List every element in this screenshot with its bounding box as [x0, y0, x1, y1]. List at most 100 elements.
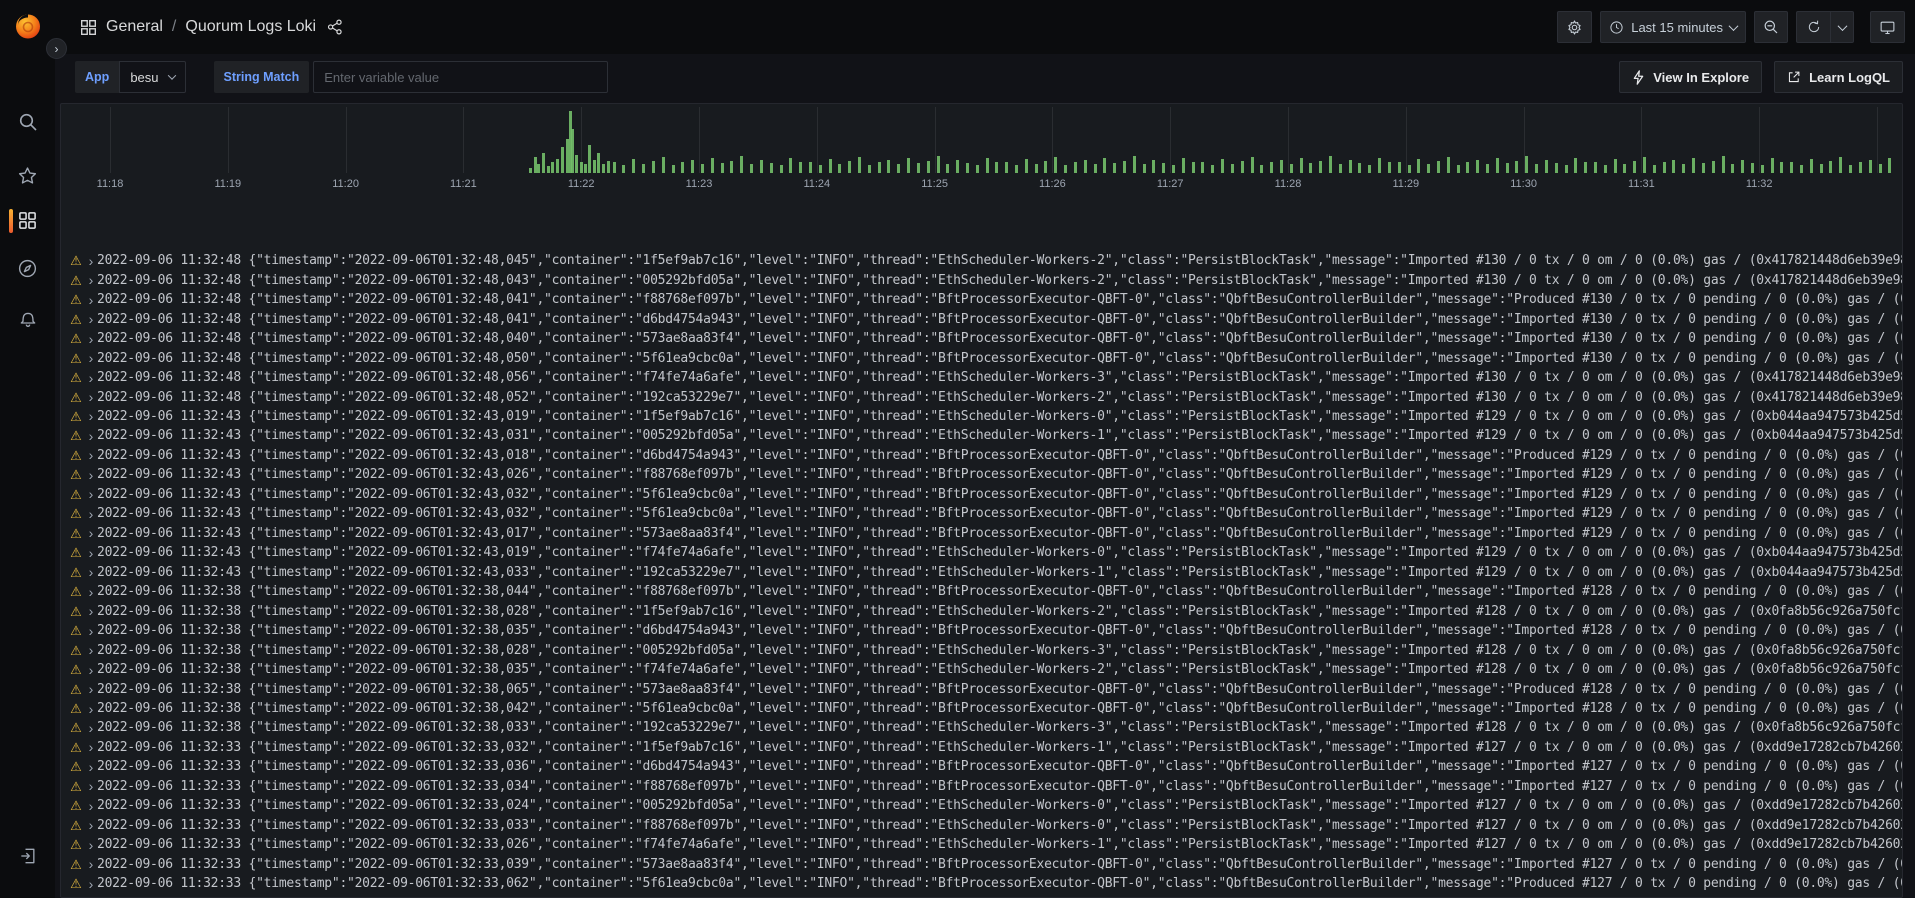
- log-row[interactable]: ⚠›2022-09-06 11:32:43 {"timestamp":"2022…: [61, 485, 1902, 504]
- refresh-interval-dropdown[interactable]: [1830, 11, 1854, 43]
- sidebar-item-sign-in[interactable]: [0, 836, 55, 876]
- log-row[interactable]: ⚠›2022-09-06 11:32:33 {"timestamp":"2022…: [61, 874, 1902, 893]
- log-row[interactable]: ⚠›2022-09-06 11:32:48 {"timestamp":"2022…: [61, 251, 1902, 270]
- expand-row-chevron[interactable]: ›: [85, 487, 97, 501]
- expand-row-chevron[interactable]: ›: [85, 565, 97, 579]
- expand-row-chevron[interactable]: ›: [85, 604, 97, 618]
- expand-row-chevron[interactable]: ›: [85, 371, 97, 385]
- sidebar-item-alerting[interactable]: [0, 298, 55, 338]
- log-row[interactable]: ⚠›2022-09-06 11:32:38 {"timestamp":"2022…: [61, 582, 1902, 601]
- expand-row-chevron[interactable]: ›: [85, 546, 97, 560]
- expand-row-chevron[interactable]: ›: [85, 721, 97, 735]
- sidebar-item-search[interactable]: [0, 102, 55, 142]
- log-line-text: 2022-09-06 11:32:43 {"timestamp":"2022-0…: [97, 545, 1902, 560]
- expand-row-chevron[interactable]: ›: [85, 857, 97, 871]
- histogram-bar: [750, 164, 753, 173]
- expand-row-chevron[interactable]: ›: [85, 877, 97, 891]
- share-alt-icon[interactable]: [327, 19, 343, 35]
- log-row[interactable]: ⚠›2022-09-06 11:32:43 {"timestamp":"2022…: [61, 543, 1902, 562]
- log-row[interactable]: ⚠›2022-09-06 11:32:48 {"timestamp":"2022…: [61, 329, 1902, 348]
- log-row[interactable]: ⚠›2022-09-06 11:32:48 {"timestamp":"2022…: [61, 368, 1902, 387]
- expand-row-chevron[interactable]: ›: [85, 273, 97, 287]
- histogram-bar: [1869, 160, 1872, 173]
- log-row[interactable]: ⚠›2022-09-06 11:32:38 {"timestamp":"2022…: [61, 679, 1902, 698]
- log-row[interactable]: ⚠›2022-09-06 11:32:33 {"timestamp":"2022…: [61, 855, 1902, 874]
- log-row[interactable]: ⚠›2022-09-06 11:32:43 {"timestamp":"2022…: [61, 426, 1902, 445]
- expand-row-chevron[interactable]: ›: [85, 526, 97, 540]
- app-variable-select[interactable]: besu: [119, 61, 185, 93]
- expand-row-chevron[interactable]: ›: [85, 468, 97, 482]
- log-row[interactable]: ⚠›2022-09-06 11:32:48 {"timestamp":"2022…: [61, 309, 1902, 328]
- log-row[interactable]: ⚠›2022-09-06 11:32:38 {"timestamp":"2022…: [61, 601, 1902, 620]
- log-row[interactable]: ⚠›2022-09-06 11:32:33 {"timestamp":"2022…: [61, 738, 1902, 757]
- breadcrumb: General / Quorum Logs Loki: [80, 18, 343, 36]
- log-row[interactable]: ⚠›2022-09-06 11:32:48 {"timestamp":"2022…: [61, 270, 1902, 289]
- histogram-bar: [1790, 162, 1793, 173]
- log-row[interactable]: ⚠›2022-09-06 11:32:43 {"timestamp":"2022…: [61, 504, 1902, 523]
- histogram-bar: [1201, 162, 1204, 173]
- histogram-bar: [1771, 158, 1774, 173]
- histogram-bar: [1506, 163, 1509, 173]
- refresh-button[interactable]: [1796, 11, 1830, 43]
- log-row[interactable]: ⚠›2022-09-06 11:32:43 {"timestamp":"2022…: [61, 563, 1902, 582]
- expand-row-chevron[interactable]: ›: [85, 507, 97, 521]
- sidebar-item-starred[interactable]: [0, 155, 55, 195]
- log-row[interactable]: ⚠›2022-09-06 11:32:38 {"timestamp":"2022…: [61, 718, 1902, 737]
- log-row[interactable]: ⚠›2022-09-06 11:32:28 {"timestamp":"2022…: [61, 893, 1902, 898]
- log-row[interactable]: ⚠›2022-09-06 11:32:33 {"timestamp":"2022…: [61, 757, 1902, 776]
- histogram-bar: [878, 162, 881, 173]
- kiosk-mode-button[interactable]: [1870, 11, 1905, 43]
- log-row[interactable]: ⚠›2022-09-06 11:32:43 {"timestamp":"2022…: [61, 407, 1902, 426]
- expand-row-chevron[interactable]: ›: [85, 429, 97, 443]
- sidebar-item-explore[interactable]: [0, 248, 55, 288]
- zoom-out-time-button[interactable]: [1754, 11, 1788, 43]
- expand-row-chevron[interactable]: ›: [85, 332, 97, 346]
- breadcrumb-folder[interactable]: General: [106, 18, 163, 36]
- expand-row-chevron[interactable]: ›: [85, 624, 97, 638]
- warning-icon: ⚠: [67, 371, 85, 384]
- log-row[interactable]: ⚠›2022-09-06 11:32:38 {"timestamp":"2022…: [61, 699, 1902, 718]
- expand-row-chevron[interactable]: ›: [85, 312, 97, 326]
- histogram-bar: [1349, 160, 1352, 173]
- log-row[interactable]: ⚠›2022-09-06 11:32:38 {"timestamp":"2022…: [61, 621, 1902, 640]
- log-row[interactable]: ⚠›2022-09-06 11:32:48 {"timestamp":"2022…: [61, 387, 1902, 406]
- expand-row-chevron[interactable]: ›: [85, 740, 97, 754]
- log-row[interactable]: ⚠›2022-09-06 11:32:43 {"timestamp":"2022…: [61, 446, 1902, 465]
- expand-row-chevron[interactable]: ›: [85, 682, 97, 696]
- expand-row-chevron[interactable]: ›: [85, 390, 97, 404]
- log-row[interactable]: ⚠›2022-09-06 11:32:38 {"timestamp":"2022…: [61, 640, 1902, 659]
- view-in-explore-button[interactable]: View In Explore: [1619, 61, 1762, 93]
- log-row[interactable]: ⚠›2022-09-06 11:32:33 {"timestamp":"2022…: [61, 835, 1902, 854]
- expand-row-chevron[interactable]: ›: [85, 760, 97, 774]
- log-row[interactable]: ⚠›2022-09-06 11:32:33 {"timestamp":"2022…: [61, 777, 1902, 796]
- log-row[interactable]: ⚠›2022-09-06 11:32:33 {"timestamp":"2022…: [61, 796, 1902, 815]
- log-volume-histogram: 11:1811:1911:2011:2111:2211:2311:2411:25…: [61, 104, 1902, 204]
- log-row[interactable]: ⚠›2022-09-06 11:32:48 {"timestamp":"2022…: [61, 348, 1902, 367]
- open-menu-button[interactable]: ›: [46, 38, 67, 59]
- dashboard-settings-button[interactable]: [1557, 11, 1592, 43]
- string-match-input[interactable]: [313, 61, 608, 93]
- grafana-logo[interactable]: [14, 12, 42, 40]
- expand-row-chevron[interactable]: ›: [85, 643, 97, 657]
- expand-row-chevron[interactable]: ›: [85, 818, 97, 832]
- expand-row-chevron[interactable]: ›: [85, 838, 97, 852]
- log-row[interactable]: ⚠›2022-09-06 11:32:48 {"timestamp":"2022…: [61, 290, 1902, 309]
- sidebar-item-dashboards[interactable]: [0, 200, 55, 240]
- expand-row-chevron[interactable]: ›: [85, 293, 97, 307]
- expand-row-chevron[interactable]: ›: [85, 702, 97, 716]
- grid-layout-icon[interactable]: [80, 19, 97, 36]
- expand-row-chevron[interactable]: ›: [85, 663, 97, 677]
- log-row[interactable]: ⚠›2022-09-06 11:32:43 {"timestamp":"2022…: [61, 524, 1902, 543]
- log-row[interactable]: ⚠›2022-09-06 11:32:33 {"timestamp":"2022…: [61, 816, 1902, 835]
- time-range-picker[interactable]: Last 15 minutes: [1600, 11, 1746, 43]
- expand-row-chevron[interactable]: ›: [85, 351, 97, 365]
- log-row[interactable]: ⚠›2022-09-06 11:32:43 {"timestamp":"2022…: [61, 465, 1902, 484]
- expand-row-chevron[interactable]: ›: [85, 448, 97, 462]
- log-row[interactable]: ⚠›2022-09-06 11:32:38 {"timestamp":"2022…: [61, 660, 1902, 679]
- learn-logql-button[interactable]: Learn LogQL: [1774, 61, 1903, 93]
- expand-row-chevron[interactable]: ›: [85, 585, 97, 599]
- expand-row-chevron[interactable]: ›: [85, 779, 97, 793]
- expand-row-chevron[interactable]: ›: [85, 799, 97, 813]
- expand-row-chevron[interactable]: ›: [85, 409, 97, 423]
- expand-row-chevron[interactable]: ›: [85, 254, 97, 268]
